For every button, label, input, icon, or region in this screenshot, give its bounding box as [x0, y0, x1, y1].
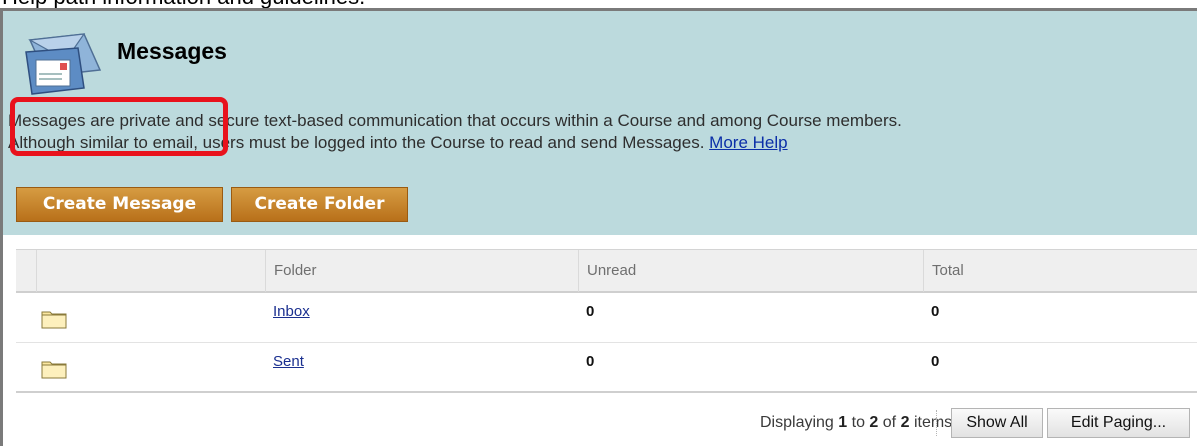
header-icon-column — [36, 250, 265, 292]
header-select-column — [16, 250, 36, 292]
paging-summary: Displaying 1 to 2 of 2 items — [760, 408, 952, 438]
header-unread[interactable]: Unread — [578, 250, 923, 292]
table-row: Inbox 0 0 — [16, 293, 1197, 343]
paging-divider — [936, 410, 938, 436]
caption-text: Help path information and guidelines. — [2, 0, 365, 8]
paging-to: 2 — [869, 414, 879, 431]
table-header: Folder Unread Total — [16, 249, 1197, 293]
header-total[interactable]: Total — [923, 250, 1197, 292]
table-row: Sent 0 0 — [16, 343, 1197, 393]
folder-icon — [41, 311, 67, 329]
page-title: Messages — [117, 38, 227, 64]
paging-suffix: items — [913, 414, 953, 431]
total-count: 0 — [931, 353, 940, 370]
folder-name-cell: Inbox — [273, 303, 310, 320]
total-count: 0 — [931, 303, 940, 320]
folder-name-cell: Sent — [273, 353, 304, 370]
paging-to-word: to — [851, 414, 865, 431]
create-message-button[interactable]: Create Message — [16, 187, 223, 222]
paging-total: 2 — [900, 414, 910, 431]
inbox-link[interactable]: Inbox — [273, 303, 310, 320]
paging-prefix: Displaying — [760, 414, 834, 431]
edit-paging-button[interactable]: Edit Paging... — [1047, 408, 1190, 438]
messages-envelope-icon — [25, 33, 102, 95]
unread-count: 0 — [586, 303, 595, 320]
create-folder-button[interactable]: Create Folder — [231, 187, 408, 222]
show-all-button[interactable]: Show All — [951, 408, 1043, 438]
paging-from: 1 — [838, 414, 848, 431]
cropped-caption: Help path information and guidelines. — [0, 0, 1197, 8]
unread-count: 0 — [586, 353, 595, 370]
more-help-link[interactable]: More Help — [709, 133, 787, 152]
annotation-highlight-box — [10, 97, 228, 156]
folder-icon — [41, 361, 67, 379]
paging-of-word: of — [882, 414, 897, 431]
sent-link[interactable]: Sent — [273, 353, 304, 370]
header-folder[interactable]: Folder — [265, 250, 578, 292]
